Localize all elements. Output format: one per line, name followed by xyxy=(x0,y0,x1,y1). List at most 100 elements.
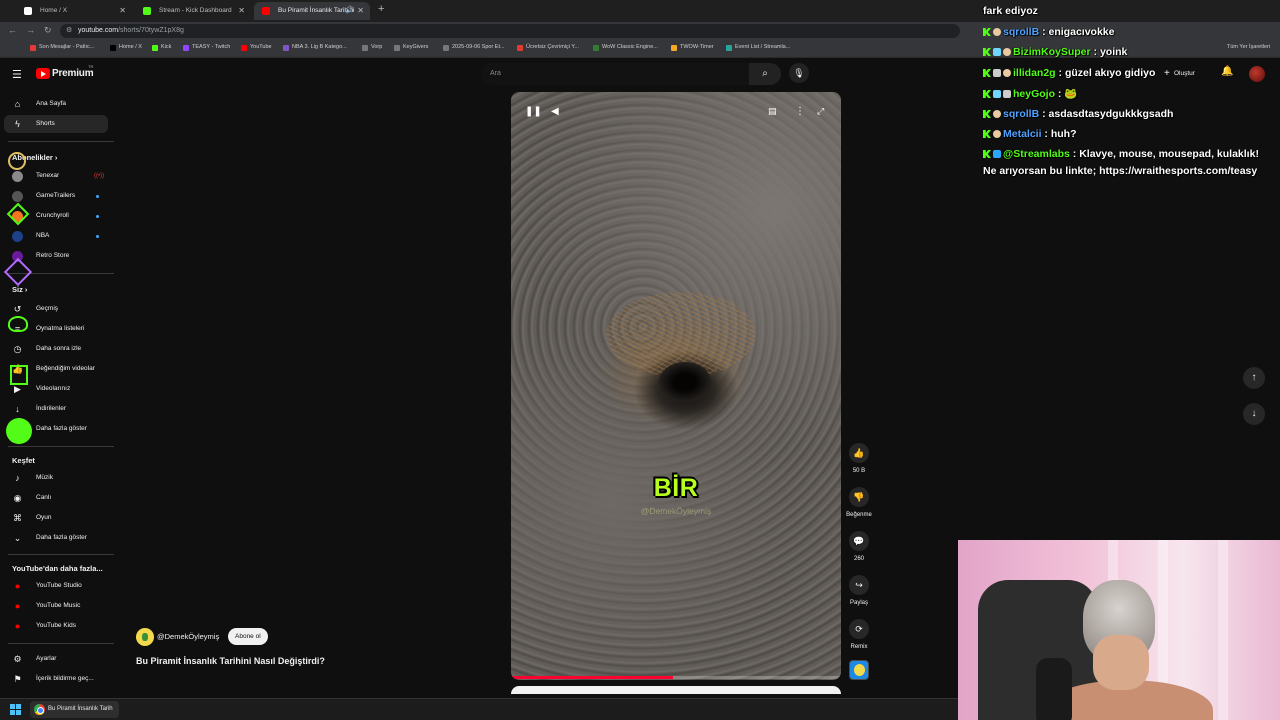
site-info-icon[interactable]: ⚙ xyxy=(66,24,72,38)
sidebar-item-explore[interactable]: ⌄ Daha fazla göster xyxy=(4,529,108,547)
channel-avatar[interactable] xyxy=(136,628,154,646)
close-icon[interactable]: ✕ xyxy=(238,2,245,20)
next-short-preview[interactable] xyxy=(511,686,841,694)
shorts-video-player[interactable]: ❚❚ ◀ ▤ ⋮ ⤢ BİR @DemekÖyleymiş xyxy=(511,92,841,680)
back-icon[interactable]: ← xyxy=(8,25,17,35)
video-watermark: @DemekÖyleymiş xyxy=(640,506,712,516)
new-tab-button[interactable]: + xyxy=(378,3,384,15)
bookmark-item[interactable]: WoW Classic Engine... xyxy=(593,44,658,51)
next-short-button[interactable]: ↓ xyxy=(1243,403,1265,425)
bookmark-label: Son Mesajlar - Patlıc... xyxy=(39,44,95,50)
bookmark-favicon-icon xyxy=(671,45,677,51)
dislike-action[interactable]: 👎 Beğenme xyxy=(845,487,873,518)
sidebar-item-you[interactable]: ◷ Daha sonra izle xyxy=(4,340,108,358)
bookmark-item[interactable]: 2025-09-06 Spor Et... xyxy=(443,44,505,51)
chat-text: enigacıvokke xyxy=(1048,26,1115,38)
voice-search-button[interactable]: 🎙 xyxy=(789,63,809,83)
bookmark-item[interactable]: Event List / Streamla... xyxy=(726,44,790,51)
badge-badge-icon xyxy=(993,48,1001,56)
explore-header[interactable]: Keşfet xyxy=(12,456,35,465)
browser-tab-youtube[interactable]: Bu Piramit İnsanlık Tarihini 🔊 ✕ xyxy=(254,2,370,20)
bookmark-item[interactable]: Kick xyxy=(152,44,172,51)
channel-avatar-icon xyxy=(12,191,23,202)
sidebar-divider xyxy=(8,643,114,644)
sidebar-item-app[interactable]: ● YouTube Music xyxy=(4,597,108,615)
sidebar-item-explore[interactable]: ⌘ Oyun xyxy=(4,509,108,527)
channel-avatar-icon xyxy=(12,171,23,182)
close-icon[interactable]: ✕ xyxy=(357,2,364,20)
bookmark-item[interactable]: Son Mesajlar - Patlıc... xyxy=(30,44,95,51)
more-options-icon[interactable]: ⋮ xyxy=(795,106,805,117)
subscribe-button[interactable]: Abone ol xyxy=(228,628,268,645)
face-badge-icon xyxy=(1003,48,1011,56)
browser-tab-kick[interactable]: Stream - Kick Dashboard ✕ xyxy=(135,2,251,20)
channel-name[interactable]: @DemekÖyleymiş xyxy=(157,632,219,641)
bookmark-favicon-icon xyxy=(726,45,732,51)
comment-action[interactable]: 💬 260 xyxy=(845,531,873,562)
sidebar-item-channel[interactable]: NBA xyxy=(4,227,108,245)
remix-icon[interactable]: ⟳ xyxy=(849,619,869,639)
like-action[interactable]: 👍 50 B xyxy=(845,443,873,474)
more-from-youtube-header[interactable]: YouTube'dan daha fazla... xyxy=(12,564,103,573)
sidebar-divider xyxy=(8,446,114,447)
dislike-icon[interactable]: 👎 xyxy=(849,487,869,507)
sidebar-item-explore[interactable]: ◉ Canlı xyxy=(4,489,108,507)
menu-icon[interactable]: ☰ xyxy=(12,68,22,81)
url-input[interactable]: ⚙ youtube.com/shorts/70tywZ1pX8g xyxy=(60,24,960,38)
sidebar-item-shorts[interactable]: ϟ Shorts xyxy=(4,115,108,133)
pause-icon[interactable]: ❚❚ xyxy=(525,106,542,117)
bookmark-label: NBA 3. Lig B Katego... xyxy=(292,44,347,50)
taskbar-chrome-app[interactable]: Bu Piramit İnsanlık Tarih xyxy=(30,701,119,718)
logo-region: TR xyxy=(88,64,94,69)
remix-action[interactable]: ⟳ Remix xyxy=(845,619,873,650)
sound-thumbnail[interactable] xyxy=(849,660,869,680)
bookmark-item[interactable]: TWOW-Timer xyxy=(671,44,714,51)
sidebar-item-you[interactable]: ↓ İndirilenler xyxy=(4,400,108,418)
kick-badge-icon xyxy=(983,130,991,138)
sidebar-item-app[interactable]: ● YouTube Studio xyxy=(4,577,108,595)
sidebar-item-label: Ayarlar xyxy=(36,655,57,662)
previous-short-button[interactable]: ↑ xyxy=(1243,367,1265,389)
kick-badge-icon xyxy=(983,69,991,77)
bookmark-favicon-icon xyxy=(362,45,368,51)
video-title[interactable]: Bu Piramit İnsanlık Tarihini Nasıl Değiş… xyxy=(136,656,325,666)
sidebar-item-app[interactable]: ● YouTube Kids xyxy=(4,617,108,635)
windows-start-icon[interactable] xyxy=(10,704,21,715)
progress-bar[interactable] xyxy=(511,676,841,679)
sidebar-item-home[interactable]: ⌂ Ana Sayfa xyxy=(4,95,108,113)
bookmark-item[interactable]: KeyGivers xyxy=(394,44,428,51)
close-icon[interactable]: ✕ xyxy=(119,2,126,20)
fullscreen-icon[interactable]: ⤢ xyxy=(817,106,824,117)
bookmark-label: Kick xyxy=(161,44,172,50)
sidebar-item-channel[interactable]: GameTrailers xyxy=(4,187,108,205)
speaker-icon[interactable]: 🔊 xyxy=(345,2,354,20)
bookmark-item[interactable]: Vorp xyxy=(362,44,382,51)
sidebar-item-explore[interactable]: ♪ Müzik xyxy=(4,469,108,487)
share-action[interactable]: ↪ Paylaş xyxy=(845,575,873,606)
captions-icon[interactable]: ▤ xyxy=(768,106,777,117)
sidebar-item-channel[interactable]: Tenexar ((•)) xyxy=(4,167,108,185)
volume-icon[interactable]: ◀ xyxy=(551,106,559,117)
sidebar-item-label: Ana Sayfa xyxy=(36,100,66,107)
section-title: YouTube'dan daha fazla... xyxy=(12,564,103,573)
bookmark-item[interactable]: NBA 3. Lig B Katego... xyxy=(283,44,347,51)
action-label: Paylaş xyxy=(849,600,868,606)
search-button[interactable]: ⌕ xyxy=(749,63,781,85)
forward-icon[interactable]: → xyxy=(26,25,35,35)
bookmark-item[interactable]: TEASY - Twitch xyxy=(183,44,230,51)
bookmark-item[interactable]: Ücretsiz Çevrimiçi Y... xyxy=(517,44,579,51)
bookmark-item[interactable]: YouTube xyxy=(241,44,272,51)
comment-icon[interactable]: 💬 xyxy=(849,531,869,551)
bookmark-item[interactable]: Home / X xyxy=(110,44,142,51)
bookmark-favicon-icon xyxy=(152,45,158,51)
you-header[interactable]: Siz › xyxy=(12,285,27,294)
like-icon[interactable]: 👍 xyxy=(849,443,869,463)
search-input[interactable]: Ara xyxy=(481,63,749,85)
browser-tab-x[interactable]: Home / X ✕ xyxy=(16,2,132,20)
tab-title: Bu Piramit İnsanlık Tarihini xyxy=(278,7,355,14)
share-icon[interactable]: ↪ xyxy=(849,575,869,595)
music-icon: ♪ xyxy=(15,473,20,483)
sidebar-item-settings[interactable]: ⚑ İçerik bildirme geç... xyxy=(4,670,108,688)
sidebar-item-settings[interactable]: ⚙ Ayarlar xyxy=(4,650,108,668)
reload-icon[interactable]: ↻ xyxy=(44,25,52,36)
